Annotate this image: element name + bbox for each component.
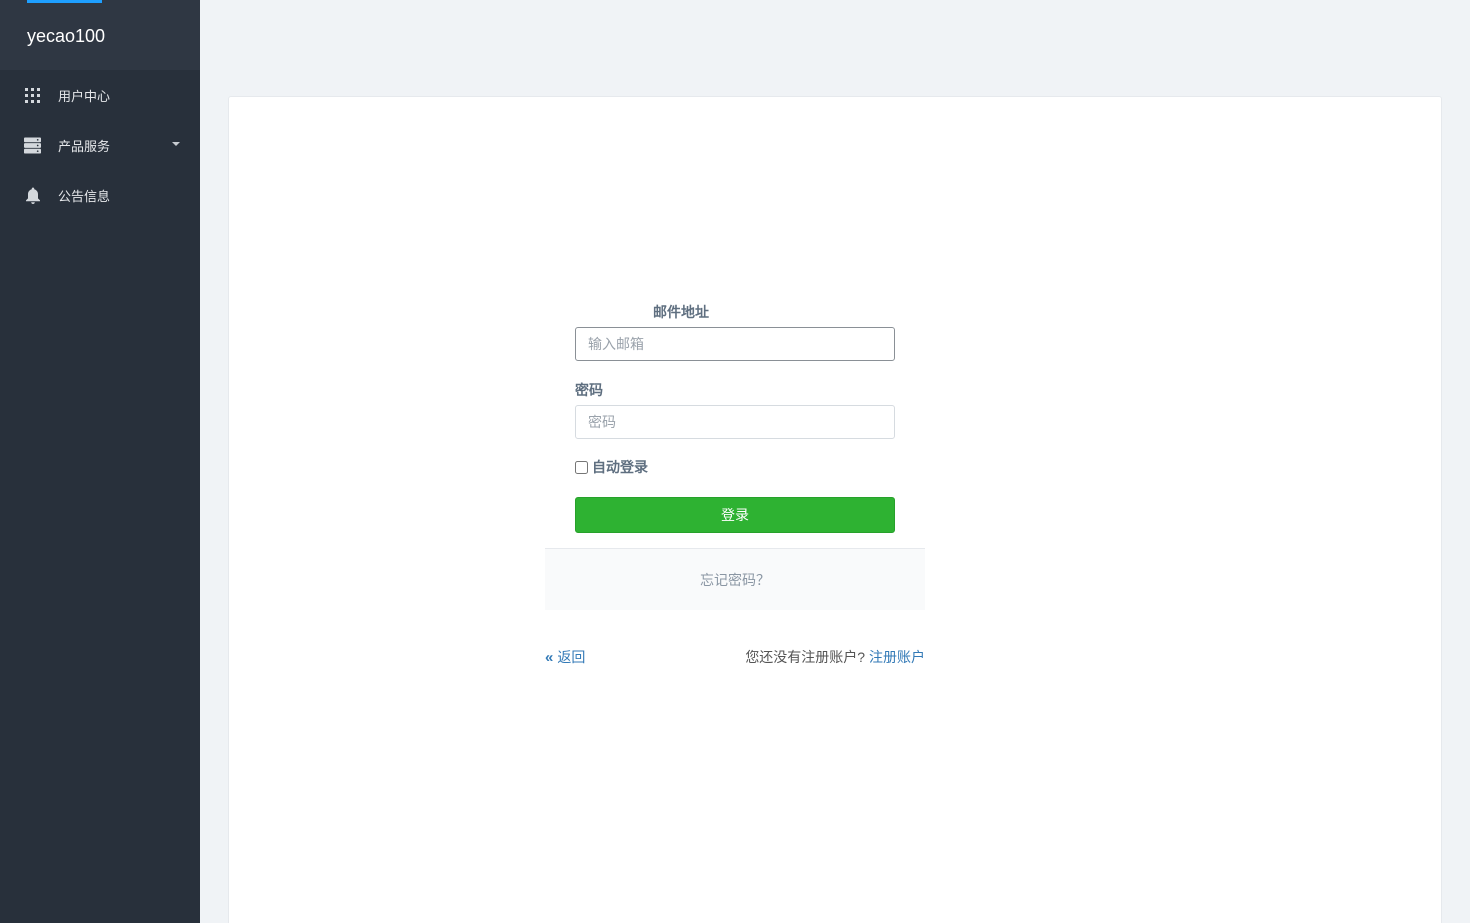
brand: yecao100 bbox=[0, 0, 200, 70]
register-prompt: 您还没有注册账户? 注册账户 bbox=[745, 647, 925, 667]
bottom-links: « 返回 您还没有注册账户? 注册账户 bbox=[545, 647, 925, 667]
forgot-password-panel: 忘记密码？ bbox=[545, 548, 925, 610]
sidebar-item-label: 用户中心 bbox=[58, 88, 111, 104]
sidebar-item-user-center[interactable]: 用户中心 bbox=[0, 70, 200, 120]
sidebar: yecao100 用户中心 产品服务 公告信息 bbox=[0, 0, 200, 923]
chevron-down-icon bbox=[172, 142, 180, 146]
back-link[interactable]: « 返回 bbox=[545, 647, 585, 667]
sidebar-item-announcements[interactable]: 公告信息 bbox=[0, 170, 200, 220]
email-label: 邮件地址 bbox=[653, 304, 709, 320]
login-form: 邮件地址 密码 自动登录 登录 忘记密码？ « 返回 您还没有注册账户? 注册账… bbox=[545, 297, 925, 667]
back-label: 返回 bbox=[557, 649, 586, 665]
sidebar-item-label: 公告信息 bbox=[58, 188, 111, 204]
password-input[interactable] bbox=[575, 405, 895, 439]
bell-icon bbox=[24, 187, 41, 204]
sidebar-nav: 用户中心 产品服务 公告信息 bbox=[0, 70, 200, 220]
double-chevron-left-icon: « bbox=[545, 648, 554, 666]
remember-checkbox[interactable] bbox=[575, 460, 588, 474]
password-label: 密码 bbox=[575, 382, 603, 398]
forgot-password-link[interactable]: 忘记密码？ bbox=[700, 570, 770, 590]
brand-name[interactable]: yecao100 bbox=[27, 26, 105, 47]
remember-label[interactable]: 自动登录 bbox=[592, 457, 648, 477]
register-link[interactable]: 注册账户 bbox=[869, 649, 925, 665]
main-card: 邮件地址 密码 自动登录 登录 忘记密码？ « 返回 您还没有注册账户? 注册账… bbox=[228, 96, 1442, 923]
grid-icon bbox=[24, 87, 41, 104]
email-input[interactable] bbox=[575, 327, 895, 361]
sidebar-item-label: 产品服务 bbox=[58, 138, 111, 154]
sidebar-item-product-services[interactable]: 产品服务 bbox=[0, 120, 200, 170]
remember-row: 自动登录 bbox=[575, 457, 925, 477]
server-icon bbox=[24, 136, 41, 154]
no-account-text: 您还没有注册账户? bbox=[745, 649, 866, 665]
login-button[interactable]: 登录 bbox=[575, 497, 895, 533]
brand-accent-bar bbox=[27, 0, 102, 3]
